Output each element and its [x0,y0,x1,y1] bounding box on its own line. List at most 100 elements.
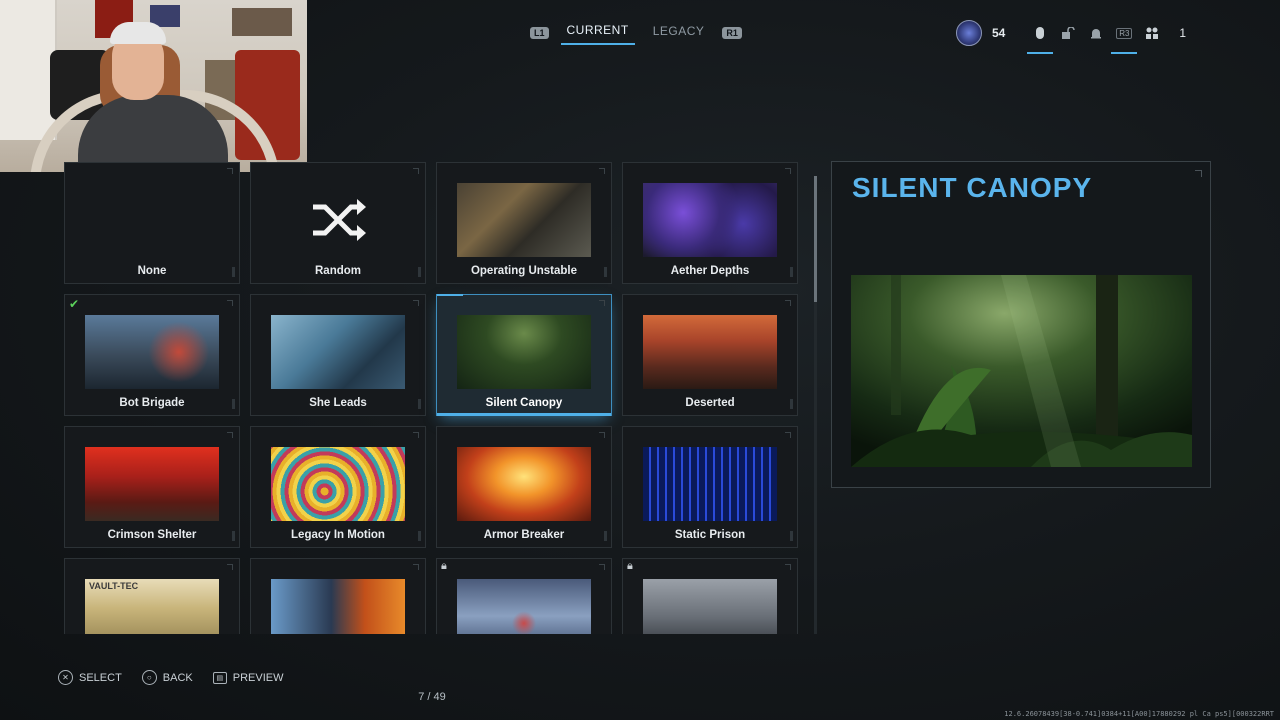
tile-static-prison[interactable]: Static Prison [622,426,798,548]
tile-corner-mark [227,432,233,438]
tile-label: Legacy In Motion [291,529,385,541]
controller-icon[interactable]: R3 [1111,24,1138,54]
tile-silent-canopy[interactable]: Silent Canopy [436,294,612,416]
cross-button-icon: ✕ [58,670,73,685]
player-hud: 54 R3 1 [956,20,1187,54]
tile-label: Silent Canopy [485,397,563,409]
page-indicator: 7 / 49 [418,691,446,703]
card-image-silent-canopy [457,315,591,389]
tile-corner [232,267,235,277]
tile-corner-mark [413,168,419,174]
tile-corner [418,267,421,277]
tile-corner [418,531,421,541]
tile-label: Static Prison [674,529,746,541]
webcam-cap [110,22,166,44]
tile-label: Bot Brigade [119,397,185,409]
tile-corner [790,399,793,409]
select-prompt[interactable]: ✕ SELECT [58,670,122,685]
tile-card-15-locked[interactable]: 🔒︎ [436,558,612,634]
player-level: 54 [992,26,1006,40]
tile-corner-mark [785,168,791,174]
tile-corner [232,399,235,409]
tile-corner-mark [413,300,419,306]
tab-legacy[interactable]: LEGACY [647,21,711,44]
mouse-icon[interactable] [1027,24,1054,54]
card-image-operating-unstable [457,183,591,257]
select-label: SELECT [79,671,122,684]
preview-panel: SILENT CANOPY [831,161,1211,488]
card-image-bot-brigade [85,315,219,389]
card-image-16 [643,579,777,634]
unlock-icon[interactable] [1059,24,1077,42]
tile-operating-unstable[interactable]: Operating Unstable [436,162,612,284]
tile-corner [418,399,421,409]
tile-card-14[interactable] [250,558,426,634]
webcam-overlay [0,0,307,172]
tile-corner-mark [785,432,791,438]
tile-she-leads[interactable]: She Leads [250,294,426,416]
card-image-vault-tec: VAULT-TEC [85,579,219,634]
r3-label: R3 [1116,27,1133,39]
tile-label: Armor Breaker [483,529,565,541]
tile-corner [232,531,235,541]
webcam-poster [232,8,292,36]
tab-bar: L1 CURRENT LEGACY R1 [530,20,742,45]
prestige-emblem-icon [956,20,982,46]
tile-legacy-in-motion[interactable]: Legacy In Motion [250,426,426,548]
tile-armor-breaker[interactable]: Armor Breaker [436,426,612,548]
tile-card-16-locked[interactable]: 🔒︎ [622,558,798,634]
button-prompts: ✕ SELECT ○ BACK ▤ PREVIEW [58,670,284,685]
party-icon[interactable] [1143,24,1161,42]
preview-prompt[interactable]: ▤ PREVIEW [212,671,284,684]
back-prompt[interactable]: ○ BACK [141,670,193,685]
tile-corner [604,267,607,277]
l1-button-icon[interactable]: L1 [530,26,549,39]
tile-vault-tec[interactable]: VAULT-TEC [64,558,240,634]
card-image-legacy-in-motion [271,447,405,521]
tile-corner-mark [227,300,233,306]
tab-current[interactable]: CURRENT [560,20,635,45]
preview-title: SILENT CANOPY [852,172,1093,203]
touchpad-button-icon: ▤ [212,671,227,684]
shuffle-icon [313,199,366,241]
tile-label: Deserted [685,397,735,409]
panel-corner-mark [1195,170,1202,177]
preview-image [851,275,1192,467]
tile-label: Crimson Shelter [107,529,197,541]
lock-icon: 🔒︎ [627,560,633,572]
card-image-crimson-shelter [85,447,219,521]
tile-crimson-shelter[interactable]: Crimson Shelter [64,426,240,548]
card-image-static-prison [643,447,777,521]
tile-random[interactable]: Random [250,162,426,284]
webcam-door [0,0,57,140]
tile-label: Random [315,265,361,277]
tile-corner-mark [227,564,233,570]
tile-corner [604,531,607,541]
tile-label: She Leads [309,397,367,409]
tile-corner [790,531,793,541]
party-count: 1 [1179,26,1187,40]
tile-corner-mark [413,432,419,438]
tile-corner-mark [785,300,791,306]
tile-corner-mark [413,564,419,570]
tile-label: None [137,265,167,277]
lock-icon: 🔒︎ [441,560,447,572]
card-image-15 [457,579,591,634]
grid-scrollbar-thumb[interactable] [814,176,817,302]
preview-label: PREVIEW [232,671,284,684]
r1-button-icon[interactable]: R1 [722,26,742,39]
card-image-14 [271,579,405,634]
tile-corner-mark [227,168,233,174]
card-image-deserted [643,315,777,389]
tile-aether-depths[interactable]: Aether Depths [622,162,798,284]
equipped-check-icon: ✔ [69,297,80,311]
tile-label: Operating Unstable [470,265,578,277]
bell-icon[interactable] [1087,24,1105,42]
tile-corner-mark [599,168,605,174]
tile-none[interactable]: None [64,162,240,284]
circle-button-icon: ○ [141,670,157,685]
tile-corner-mark [785,564,791,570]
tile-bot-brigade[interactable]: ✔ Bot Brigade [64,294,240,416]
tile-deserted[interactable]: Deserted [622,294,798,416]
tile-corner-mark [599,300,605,306]
